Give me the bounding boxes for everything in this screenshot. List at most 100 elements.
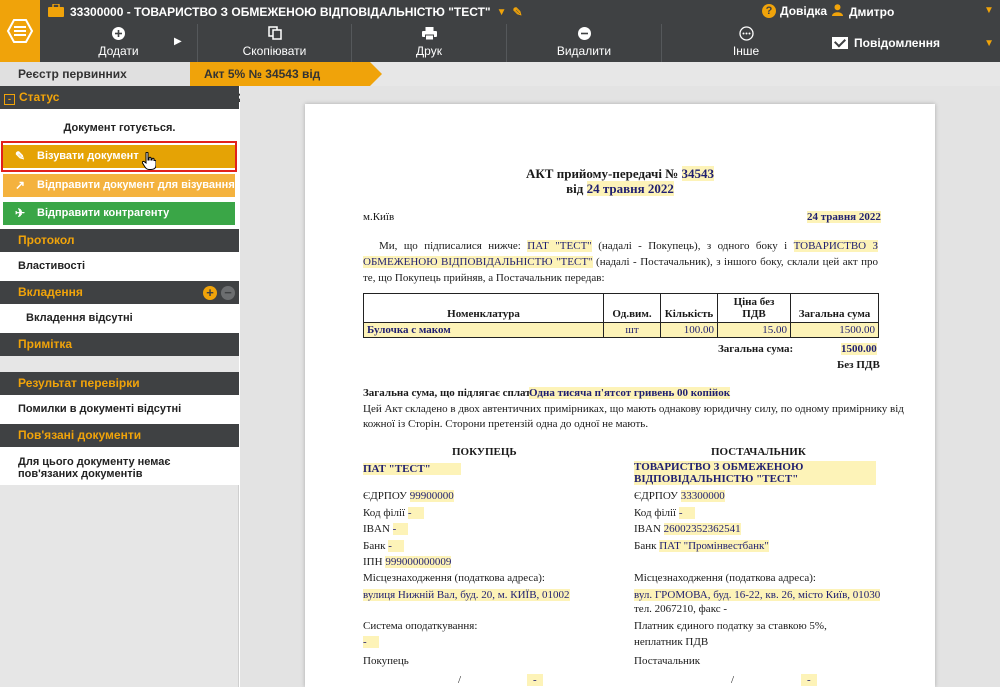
question-icon: ? bbox=[762, 4, 776, 18]
buyer-ipn-value: 999000000009 bbox=[385, 556, 452, 568]
table-cell: шт bbox=[603, 322, 661, 338]
date-prefix: від bbox=[566, 181, 584, 196]
minus-circle-icon bbox=[507, 26, 661, 44]
chevron-right-icon[interactable]: ▶ bbox=[174, 36, 182, 47]
app-logo[interactable] bbox=[0, 0, 40, 62]
table-header-row: Номенклатура Од.вим. Кількість Ціна без … bbox=[363, 293, 879, 323]
related-section-header[interactable]: Пов'язані документи bbox=[0, 424, 239, 447]
buyer-address-label: Місцезнаходження (податкова адреса): bbox=[363, 572, 545, 584]
document-date: 24 травня 2022 bbox=[586, 181, 674, 196]
intro-3: (надалі - Постачальник), з іншого боку, … bbox=[596, 256, 820, 268]
seller-branch-label: Код філії bbox=[634, 507, 677, 519]
hand-cursor-icon bbox=[141, 151, 157, 175]
intro-paragraph: Ми, що підписалися нижче: ПАТ "ТЕСТ" (на… bbox=[363, 238, 879, 286]
check-result-text: Помилки в документі відсутні bbox=[0, 395, 239, 424]
seller-sign-slash: / bbox=[731, 674, 735, 686]
messages-label: Повідомлення bbox=[854, 36, 940, 50]
buyer-name: ПАТ "ТЕСТ" bbox=[363, 463, 461, 475]
buyer-branch-label: Код філії bbox=[363, 507, 406, 519]
pay-words: Одна тисяча п'ятсот гривень 00 копійок bbox=[529, 387, 731, 399]
copy-icon bbox=[198, 26, 351, 44]
breadcrumb-registry[interactable]: Реєстр первинних документів bbox=[0, 62, 190, 105]
user-name: Дмитро bbox=[849, 4, 895, 19]
seller-sign-value: - bbox=[801, 674, 817, 686]
total-value: 1500.00 bbox=[841, 343, 877, 355]
remove-attachment-icon[interactable]: − bbox=[221, 286, 235, 300]
note-section-body bbox=[0, 356, 239, 372]
buyer-tax-label: Система оподаткування: bbox=[363, 620, 478, 632]
related-text: Для цього документу немає пов'язаних док… bbox=[0, 447, 239, 485]
title-prefix: АКТ прийому-передачі № bbox=[525, 166, 679, 181]
table-cell: 1500.00 bbox=[790, 322, 879, 338]
goods-table: Номенклатура Од.вим. Кількість Ціна без … bbox=[363, 293, 879, 338]
seller-address: вул. ГРОМОВА, буд. 16-22, кв. 26, місто … bbox=[634, 589, 881, 601]
chevron-down-icon[interactable]: ▼ bbox=[984, 5, 994, 16]
help-link[interactable]: ? Довідка bbox=[762, 4, 827, 18]
seller-heading: ПОСТАЧАЛЬНИК bbox=[711, 446, 806, 458]
delete-button[interactable]: Видалити bbox=[507, 24, 662, 62]
buyer-branch-value: - bbox=[407, 507, 424, 519]
document-number: 34543 bbox=[681, 166, 715, 181]
seller-name-1: ТОВАРИСТВО З ОБМЕЖЕНОЮ bbox=[634, 461, 876, 473]
edit-icon[interactable]: ✎ bbox=[513, 5, 523, 19]
copy-label: Скопіювати bbox=[242, 44, 307, 58]
other-button[interactable]: Інше bbox=[662, 24, 830, 62]
document-page: АКТ прийому-передачі № 34543 від 24 трав… bbox=[305, 104, 935, 687]
table-header: Загальна сума bbox=[790, 293, 879, 323]
table-cell: 100.00 bbox=[660, 322, 718, 338]
copies-text-2: кожної із Сторін. Сторони претензій одна… bbox=[363, 418, 649, 430]
check-result-section-header[interactable]: Результат перевірки bbox=[0, 372, 239, 395]
pencil-icon: ✎ bbox=[15, 149, 26, 163]
seller-name-2: ВІДПОВІДАЛЬНІСТЮ "ТЕСТ" bbox=[634, 473, 876, 485]
printer-icon bbox=[352, 26, 506, 44]
chevron-down-icon[interactable]: ▼ bbox=[497, 7, 507, 18]
seller-bank-value: ПАТ "Промінвестбанк" bbox=[659, 540, 769, 552]
document-title: АКТ прийому-передачі № 34543 bbox=[305, 166, 935, 182]
user-menu[interactable]: Дмитро bbox=[832, 4, 894, 19]
intro-2: (надалі - Покупець), з одного боку і bbox=[598, 240, 788, 252]
buyer-ipn: ІПН 999000000009 bbox=[363, 556, 452, 568]
company-selector[interactable]: 33300000 - ТОВАРИСТВО З ОБМЕЖЕНОЮ ВІДПОВ… bbox=[48, 3, 523, 20]
send-for-sign-button[interactable]: ↗ Відправити документ для візування bbox=[3, 174, 235, 197]
print-label: Друк bbox=[416, 44, 442, 58]
status-section-header[interactable]: - Статус bbox=[0, 86, 239, 109]
intro-buyer-name: ПАТ "ТЕСТ" bbox=[527, 240, 592, 252]
sign-document-button[interactable]: ✎ Візувати документ bbox=[3, 145, 235, 168]
table-header: Ціна без ПДВ bbox=[717, 293, 791, 323]
copies-text-1: Цей Акт складено в двох автентичних прим… bbox=[363, 403, 904, 415]
buyer-edrpou-value: 99900000 bbox=[409, 490, 454, 502]
buyer-branch: Код філії - bbox=[363, 507, 424, 519]
buyer-sign-value: - bbox=[527, 674, 543, 686]
table-row: Булочка с маком шт 100.00 15.00 1500.00 bbox=[363, 322, 879, 338]
properties-link[interactable]: Властивості bbox=[0, 252, 239, 281]
briefcase-icon bbox=[48, 3, 64, 20]
table-cell: 15.00 bbox=[717, 322, 791, 338]
status-title: Статус bbox=[19, 90, 60, 104]
print-button[interactable]: Друк bbox=[352, 24, 507, 62]
total-label: Загальна сума: bbox=[718, 343, 794, 355]
buyer-bank-value: - bbox=[388, 540, 404, 552]
add-attachment-icon[interactable]: + bbox=[203, 286, 217, 300]
table-header: Кількість bbox=[660, 293, 718, 323]
buyer-edrpou-label: ЄДРПОУ bbox=[363, 490, 407, 502]
send-to-counterparty-button[interactable]: ✈ Відправити контрагенту bbox=[3, 202, 235, 225]
buyer-sign-slash: / bbox=[458, 674, 462, 686]
seller-iban-label: IBAN bbox=[634, 523, 661, 535]
note-section-header[interactable]: Примітка bbox=[0, 333, 239, 356]
seller-address-label: Місцезнаходження (податкова адреса): bbox=[634, 572, 816, 584]
copy-button[interactable]: Скопіювати bbox=[198, 24, 352, 62]
seller-edrpou-value: 33300000 bbox=[680, 490, 725, 502]
seller-edrpou-label: ЄДРПОУ bbox=[634, 490, 678, 502]
attachments-title: Вкладення bbox=[18, 285, 83, 299]
messages-menu[interactable]: Повідомлення ▼ bbox=[830, 24, 1000, 62]
pay-label: Загальна сума, що підлягає сплаті: bbox=[363, 387, 538, 399]
toolbar: Додати ▶ Скопіювати Друк Видалити Інше П… bbox=[40, 24, 1000, 62]
seller-branch: Код філії - bbox=[634, 507, 695, 519]
plane-icon: ✈ bbox=[15, 206, 26, 220]
seller-iban-value: 26002352362541 bbox=[663, 523, 741, 535]
more-icon bbox=[662, 26, 830, 44]
buyer-iban-label: IBAN bbox=[363, 523, 390, 535]
table-header: Од.вим. bbox=[603, 293, 661, 323]
chevron-down-icon[interactable]: ▼ bbox=[984, 38, 994, 49]
protocol-section-header[interactable]: Протокол bbox=[0, 229, 239, 252]
